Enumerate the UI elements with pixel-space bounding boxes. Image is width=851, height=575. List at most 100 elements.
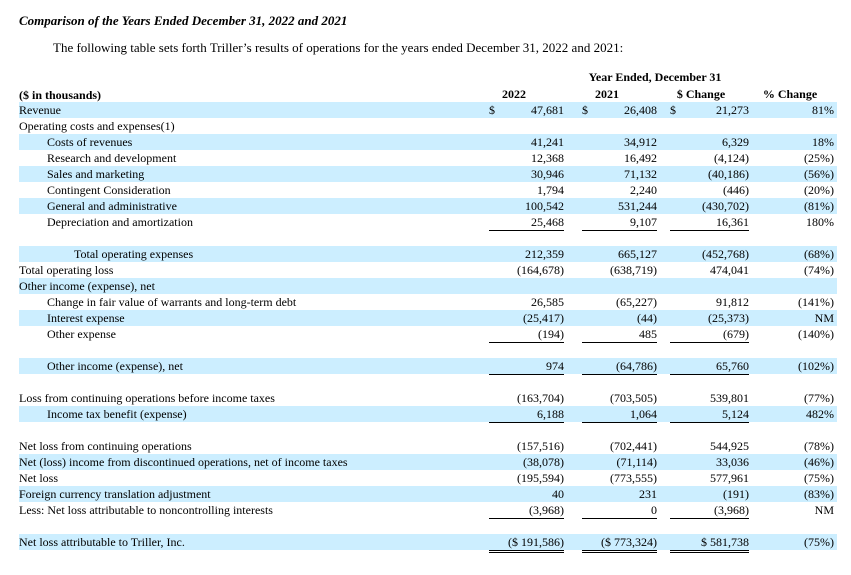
table-row: Change in fair value of warrants and lon… [19, 294, 837, 310]
value-pct-change: NM [814, 503, 834, 517]
value-pct-change: (68%) [804, 247, 834, 261]
value-2022: 100,542 [525, 199, 564, 213]
table-row: Net (loss) income from discontinued oper… [19, 454, 837, 470]
value-dollar-change: 16,361 [670, 215, 749, 231]
table-row: General and administrative 100,542 531,244… [19, 198, 837, 214]
value-2022: 1,794 [537, 183, 564, 197]
value-2021: 231 [639, 487, 657, 501]
value-2022: 30,946 [531, 167, 564, 181]
value-2022: (157,516) [517, 439, 564, 453]
value-pct-change: (78%) [804, 439, 834, 453]
row-label: Other expense [47, 327, 116, 341]
value-pct-change: 482% [806, 407, 834, 421]
table-row: Loss from continuing operations before i… [19, 390, 837, 406]
table-row: Research and development 12,368 16,492 (4,1… [19, 150, 837, 166]
value-dollar-change: 539,801 [710, 391, 749, 405]
row-label: Sales and marketing [47, 167, 145, 181]
dollar-sign: $ [489, 103, 495, 117]
value-2022: 6,188 [489, 407, 564, 423]
table-row: Net loss from continuing operations (157,… [19, 438, 837, 454]
value-pct-change: (56%) [804, 167, 834, 181]
value-dollar-change: $21,273 [670, 103, 749, 118]
value-2022: (25,417) [523, 311, 564, 325]
table-row: Net loss (195,594) (773,555) 577,961 (75%) [19, 470, 837, 486]
value-2021: (64,786) [582, 359, 657, 375]
table-row: Interest expense (25,417) (44) (25,373) NM [19, 310, 837, 326]
value-2022: (195,594) [517, 471, 564, 485]
value-dollar-change: 91,812 [716, 295, 749, 309]
value-2021: 665,127 [618, 247, 657, 261]
table-row: Other income (expense), net 974 (64,786) 65… [19, 358, 837, 375]
value-dollar-change: (4,124) [714, 151, 749, 165]
row-label: Loss from continuing operations before i… [19, 391, 275, 405]
value-2022: 26,585 [531, 295, 564, 309]
value-2022: (164,678) [517, 263, 564, 277]
cell-value: 47,681 [531, 103, 564, 117]
table-row: Net loss attributable to Triller, Inc. ($… [19, 534, 837, 553]
value-dollar-change: 5,124 [670, 407, 749, 423]
header-pct-change: % Change [762, 87, 818, 103]
row-label: Research and development [47, 151, 177, 165]
value-dollar-change: 33,036 [716, 455, 749, 469]
dollar-sign: $ [670, 103, 676, 117]
value-dollar-change: 577,961 [710, 471, 749, 485]
value-2021: (65,227) [616, 295, 657, 309]
value-dollar-change: (3,968) [670, 503, 749, 519]
table-row: Contingent Consideration 1,794 2,240 (446) (… [19, 182, 837, 198]
table-row: Less: Net loss attributable to noncontro… [19, 502, 837, 519]
header-dollar-change: $ Change [670, 87, 732, 103]
cell-value: 26,408 [624, 103, 657, 117]
value-pct-change: (141%) [798, 295, 834, 309]
value-2022: 41,241 [531, 135, 564, 149]
value-2022: (194) [489, 327, 564, 343]
value-2021: 34,912 [624, 135, 657, 149]
row-label: General and administrative [47, 199, 177, 213]
value-2022: 974 [489, 359, 564, 375]
row-label: Net loss from continuing operations [19, 439, 192, 453]
value-pct-change: (46%) [804, 455, 834, 469]
value-dollar-change: (446) [723, 183, 749, 197]
value-2021: 16,492 [624, 151, 657, 165]
value-dollar-change: (191) [723, 487, 749, 501]
header-2022: 2022 [483, 87, 545, 103]
row-label: Income tax benefit (expense) [47, 407, 187, 421]
value-dollar-change: 6,329 [722, 135, 749, 149]
value-2021: (773,555) [610, 471, 657, 485]
value-2022: $47,681 [489, 103, 564, 118]
value-2021: (638,719) [610, 263, 657, 277]
value-2021: $26,408 [582, 103, 657, 118]
table-row: Operating costs and expenses(1) [19, 118, 837, 134]
value-dollar-change: (452,768) [702, 247, 749, 261]
value-2022: 25,468 [489, 215, 564, 231]
spacer-row [19, 230, 837, 246]
value-2021: 2,240 [630, 183, 657, 197]
value-dollar-change: 65,760 [670, 359, 749, 375]
value-2021: 71,132 [624, 167, 657, 181]
intro-text: The following table sets forth Triller’s… [53, 40, 624, 55]
row-label: Revenue [19, 103, 61, 117]
value-2021: 485 [582, 327, 657, 343]
table-row: Other income (expense), net [19, 278, 837, 294]
table-row: Income tax benefit (expense) 6,188 1,064 5,… [19, 406, 837, 423]
row-label: Net loss [19, 471, 58, 485]
spacer-row [19, 518, 837, 534]
row-label: Operating costs and expenses(1) [19, 119, 175, 133]
header-year-ended: Year Ended, December 31 [588, 70, 722, 84]
header-units: ($ in thousands) [19, 88, 102, 102]
spacer-row [19, 342, 837, 358]
value-pct-change: (81%) [804, 199, 834, 213]
value-dollar-change: 474,041 [710, 263, 749, 277]
value-pct-change: (75%) [804, 471, 834, 485]
row-label: Change in fair value of warrants and lon… [47, 295, 297, 309]
table-row: Foreign currency translation adjustment 4… [19, 486, 837, 502]
value-pct-change: (102%) [798, 359, 834, 373]
cell-value: 21,273 [716, 103, 749, 117]
row-label: Total operating loss [19, 263, 114, 277]
table-row: Costs of revenues 41,241 34,912 6,329 18% [19, 134, 837, 150]
value-2021: 9,107 [582, 215, 657, 231]
value-2022: 40 [552, 487, 564, 501]
row-label: Other income (expense), net [47, 359, 183, 373]
value-2022: 212,359 [525, 247, 564, 261]
table-row: Depreciation and amortization 25,468 9,107… [19, 214, 837, 231]
header-2021: 2021 [576, 87, 638, 103]
